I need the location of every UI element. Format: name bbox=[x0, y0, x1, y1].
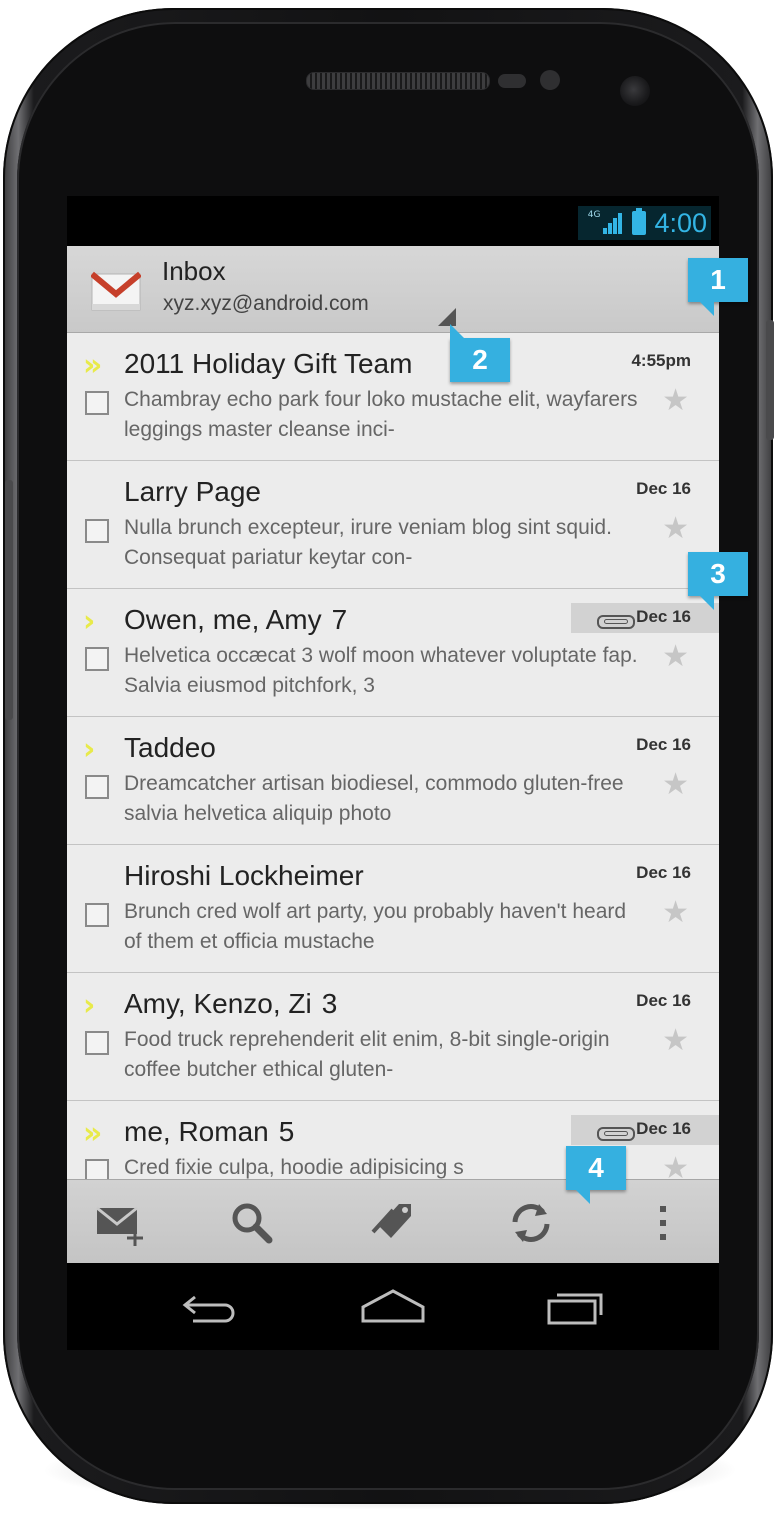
message-list: » 2011 Holiday Gift Team 4:55pm Chambray… bbox=[67, 333, 719, 1179]
callout-4: 4 bbox=[566, 1146, 626, 1204]
message-row[interactable]: » 2011 Holiday Gift Team 4:55pm Chambray… bbox=[67, 333, 719, 461]
star-icon[interactable]: ★ bbox=[662, 639, 689, 674]
select-checkbox[interactable] bbox=[85, 1159, 109, 1179]
message-date: Dec 16 bbox=[636, 1119, 691, 1138]
network-type: 4G bbox=[587, 210, 601, 220]
action-bar[interactable]: Inbox xyz.xyz@android.com bbox=[67, 246, 719, 333]
refresh-button[interactable] bbox=[503, 1198, 559, 1248]
sender: Hiroshi Lockheimer bbox=[124, 860, 364, 891]
back-icon[interactable] bbox=[173, 1283, 253, 1333]
star-icon[interactable]: ★ bbox=[662, 383, 689, 418]
power-button bbox=[766, 320, 774, 440]
important-single-icon: › bbox=[83, 604, 97, 639]
snippet: Brunch cred wolf art party, you probably… bbox=[124, 900, 627, 953]
star-icon[interactable]: ★ bbox=[662, 895, 689, 930]
sender: Taddeo bbox=[124, 732, 216, 763]
labels-button[interactable] bbox=[365, 1198, 421, 1248]
paperclip-icon bbox=[597, 615, 635, 629]
sender: Owen, me, Amy 7 bbox=[124, 604, 348, 635]
overflow-menu-button[interactable] bbox=[635, 1198, 691, 1248]
clock: 4:00 bbox=[654, 207, 707, 238]
gmail-logo-icon[interactable] bbox=[91, 268, 141, 312]
recent-apps-icon[interactable] bbox=[535, 1283, 615, 1333]
thread-count: 5 bbox=[278, 1116, 295, 1147]
compose-icon bbox=[96, 1206, 143, 1246]
select-checkbox[interactable] bbox=[85, 775, 109, 799]
page-title[interactable]: Inbox bbox=[162, 256, 226, 287]
important-single-icon: › bbox=[83, 988, 97, 1023]
select-checkbox[interactable] bbox=[85, 391, 109, 415]
attachment-date-box: Dec 16 bbox=[571, 603, 719, 633]
select-checkbox[interactable] bbox=[85, 519, 109, 543]
important-single-icon: › bbox=[83, 732, 97, 767]
message-date: Dec 16 bbox=[636, 479, 691, 498]
message-date: Dec 16 bbox=[636, 863, 691, 882]
battery-icon bbox=[632, 208, 647, 235]
account-selector[interactable]: xyz.xyz@android.com bbox=[163, 292, 369, 316]
proximity-sensor bbox=[498, 74, 526, 88]
bottom-action-bar bbox=[67, 1179, 719, 1264]
signal-icon bbox=[603, 213, 623, 234]
home-icon[interactable] bbox=[353, 1283, 433, 1333]
sender: Amy, Kenzo, Zi 3 bbox=[124, 988, 338, 1019]
status-indicators: 4G 4:00 bbox=[577, 206, 711, 240]
message-row[interactable]: Larry Page Dec 16 Nulla brunch excepteur… bbox=[67, 461, 719, 589]
earpiece-speaker bbox=[306, 72, 490, 90]
refresh-icon bbox=[512, 1204, 550, 1242]
callout-3: 3 bbox=[688, 552, 748, 610]
callout-2: 2 bbox=[450, 324, 510, 382]
star-icon[interactable]: ★ bbox=[662, 767, 689, 802]
labels-icon bbox=[371, 1204, 411, 1238]
star-icon[interactable]: ★ bbox=[662, 1023, 689, 1058]
compose-button[interactable] bbox=[93, 1198, 149, 1248]
important-double-icon: » bbox=[83, 348, 103, 383]
message-row[interactable]: › Taddeo Dec 16 Dreamcatcher artisan bio… bbox=[67, 717, 719, 845]
snippet: Nulla brunch excepteur, irure veniam blo… bbox=[124, 516, 612, 569]
select-checkbox[interactable] bbox=[85, 1031, 109, 1055]
navigation-bar bbox=[67, 1263, 719, 1350]
front-camera bbox=[620, 76, 650, 106]
message-row[interactable]: › Owen, me, Amy 7 Dec 16 Helvetica occæca… bbox=[67, 589, 719, 717]
select-checkbox[interactable] bbox=[85, 647, 109, 671]
snippet: Dreamcatcher artisan biodiesel, commodo … bbox=[124, 772, 624, 825]
message-row[interactable]: › Amy, Kenzo, Zi 3 Dec 16 Food truck repr… bbox=[67, 973, 719, 1101]
status-bar: 4G 4:00 bbox=[67, 196, 719, 246]
search-button[interactable] bbox=[225, 1198, 281, 1248]
star-icon[interactable]: ★ bbox=[662, 511, 689, 546]
attachment-date-box: Dec 16 bbox=[571, 1115, 719, 1145]
important-double-icon: » bbox=[83, 1116, 103, 1151]
message-date: Dec 16 bbox=[636, 735, 691, 754]
select-checkbox[interactable] bbox=[85, 903, 109, 927]
message-date: Dec 16 bbox=[636, 991, 691, 1010]
message-date: Dec 16 bbox=[636, 607, 691, 626]
star-icon[interactable]: ★ bbox=[662, 1151, 689, 1179]
paperclip-icon bbox=[597, 1127, 635, 1141]
message-date: 4:55pm bbox=[631, 351, 691, 370]
sender: 2011 Holiday Gift Team bbox=[124, 348, 413, 379]
snippet: Helvetica occæcat 3 wolf moon whatever v… bbox=[124, 644, 638, 697]
search-icon bbox=[232, 1203, 273, 1244]
overflow-menu-icon bbox=[660, 1206, 666, 1240]
snippet: Food truck reprehenderit elit enim, 8-bi… bbox=[124, 1028, 610, 1081]
sender: me, Roman 5 bbox=[124, 1116, 295, 1147]
callout-1: 1 bbox=[688, 258, 748, 316]
sender: Larry Page bbox=[124, 476, 261, 507]
light-sensor bbox=[540, 70, 560, 90]
message-row[interactable]: Hiroshi Lockheimer Dec 16 Brunch cred wo… bbox=[67, 845, 719, 973]
thread-count: 3 bbox=[321, 988, 338, 1019]
snippet: Chambray echo park four loko mustache el… bbox=[124, 388, 638, 441]
volume-button bbox=[5, 480, 13, 720]
thread-count: 7 bbox=[331, 604, 348, 635]
